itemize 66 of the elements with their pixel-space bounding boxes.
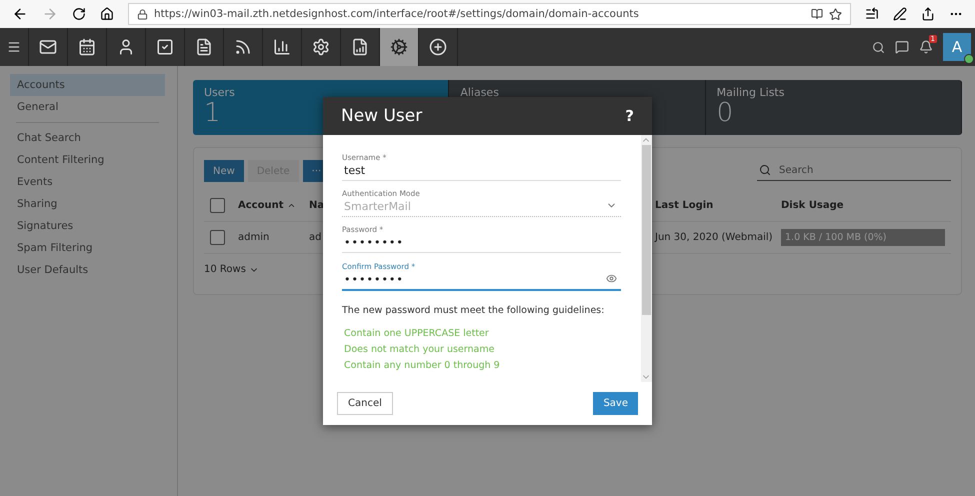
card-label: Aliases bbox=[460, 86, 500, 99]
domain-settings-tab[interactable] bbox=[380, 28, 419, 66]
rss-icon bbox=[234, 38, 252, 56]
sidebar-item[interactable]: Signatures bbox=[10, 215, 165, 237]
show-password-icon[interactable] bbox=[606, 273, 617, 284]
row-checkbox[interactable] bbox=[210, 230, 225, 245]
avatar[interactable]: A bbox=[943, 33, 971, 61]
report-icon bbox=[351, 38, 369, 56]
dialog-title: New User bbox=[341, 106, 422, 126]
action-button[interactable]: New bbox=[204, 160, 244, 182]
guideline-text: Contain any number 0 through 9 bbox=[344, 360, 501, 371]
star-icon[interactable] bbox=[829, 8, 842, 20]
favorites-icon[interactable] bbox=[865, 7, 879, 21]
sidebar-item[interactable]: Chat Search bbox=[10, 127, 165, 149]
summary-card[interactable]: Mailing Lists 0 bbox=[706, 80, 962, 135]
sidebar-item[interactable]: User Defaults bbox=[10, 259, 165, 281]
sort-icon bbox=[287, 201, 296, 210]
help-button[interactable]: ? bbox=[625, 107, 634, 125]
checkbox-icon bbox=[156, 38, 174, 56]
address-bar[interactable]: https://win03-mail.zth.netdesignhost.com/interface/root#/settings/domain/domain-accounts bbox=[128, 3, 851, 25]
home-icon[interactable] bbox=[100, 7, 114, 21]
reader-icon[interactable] bbox=[811, 8, 823, 20]
guideline-text: Does not match your username bbox=[344, 344, 496, 355]
document-icon bbox=[195, 38, 213, 56]
calendar-icon bbox=[78, 38, 96, 56]
cog-icon bbox=[390, 38, 408, 56]
chat-icon[interactable] bbox=[895, 40, 909, 54]
sidebar-item[interactable]: Accounts bbox=[10, 74, 165, 96]
envelope-icon bbox=[39, 38, 57, 56]
card-label: Users bbox=[204, 86, 236, 99]
share-icon[interactable] bbox=[921, 7, 935, 21]
bell-icon[interactable] bbox=[919, 40, 933, 54]
column-header[interactable]: Na bbox=[309, 200, 323, 211]
disk-usage-bar: 1.0 KB / 100 MB (0%) bbox=[781, 229, 945, 246]
bar-chart-icon bbox=[273, 38, 291, 56]
rows-per-page-dropdown[interactable]: 10 Rows bbox=[204, 264, 259, 275]
menu-icon[interactable] bbox=[7, 40, 21, 54]
plus-circle-icon bbox=[429, 38, 447, 56]
sidebar-item[interactable]: Spam Filtering bbox=[10, 237, 165, 259]
lock-icon bbox=[137, 8, 148, 20]
card-label: Mailing Lists bbox=[716, 86, 786, 99]
column-header[interactable]: Disk Usage bbox=[781, 200, 901, 211]
pen-icon[interactable] bbox=[893, 7, 907, 21]
column-header[interactable]: Last Login bbox=[655, 200, 781, 211]
select-all-checkbox[interactable] bbox=[210, 198, 225, 213]
gear-icon bbox=[312, 38, 330, 56]
search-field[interactable]: Search bbox=[757, 160, 951, 181]
card-count: 1 bbox=[204, 99, 221, 127]
column-header[interactable]: Account bbox=[238, 200, 309, 211]
sidebar-item[interactable]: General bbox=[10, 96, 165, 118]
save-button[interactable]: Save bbox=[593, 392, 638, 415]
search-icon[interactable] bbox=[872, 40, 885, 54]
cancel-button[interactable]: Cancel bbox=[337, 392, 393, 415]
guidelines-intro: The new password must meet the following guidelines: bbox=[342, 305, 606, 316]
table-cell-text: ad bbox=[309, 232, 322, 243]
guideline-text: Contain one UPPERCASE letter bbox=[344, 328, 490, 339]
person-icon bbox=[117, 38, 135, 56]
sidebar-item[interactable]: Content Filtering bbox=[10, 149, 165, 171]
back-icon[interactable] bbox=[12, 6, 28, 22]
card-count: 0 bbox=[716, 99, 734, 127]
search-icon bbox=[759, 164, 771, 176]
sidebar-item[interactable]: Events bbox=[10, 171, 165, 193]
table-cell-text: Jun 30, 2020 (Webmail) bbox=[655, 232, 774, 243]
sidebar-item[interactable]: Sharing bbox=[10, 193, 165, 215]
reload-icon[interactable] bbox=[72, 7, 86, 21]
table-cell-text: admin bbox=[238, 232, 270, 243]
